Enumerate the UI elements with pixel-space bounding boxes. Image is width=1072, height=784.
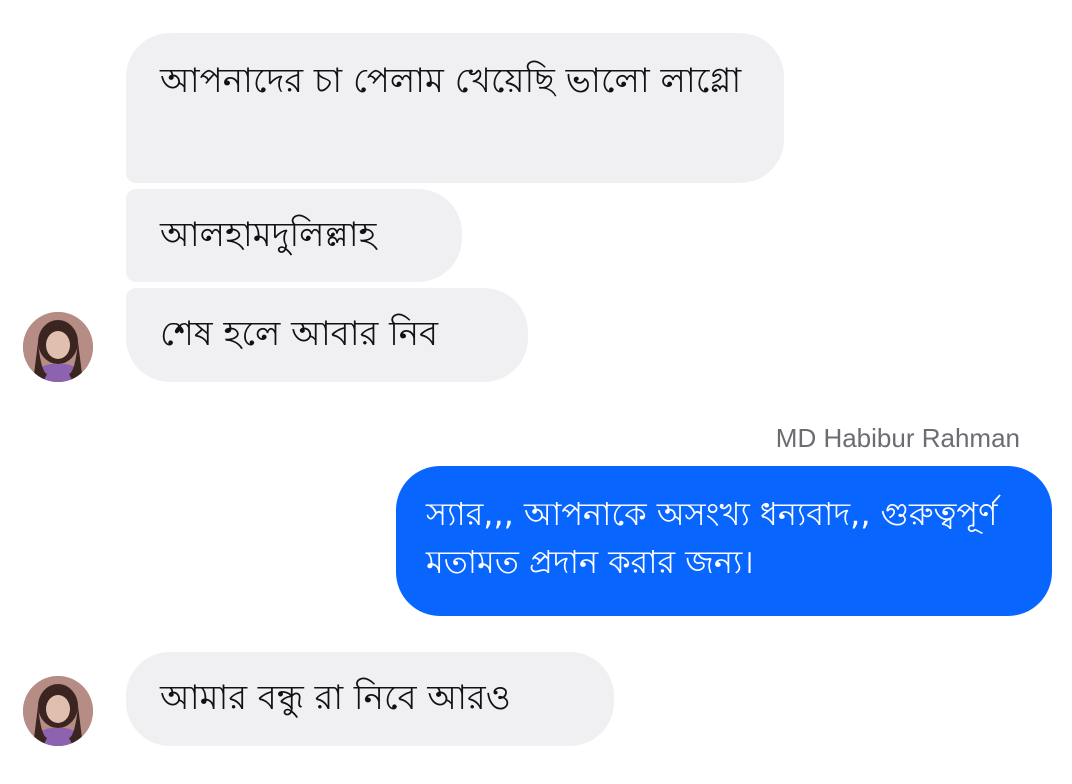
message-text: আমার বন্ধু রা নিবে আরও: [160, 678, 511, 718]
chat-thread: আপনাদের চা পেলাম খেয়েছি ভালো লাগ্লো আলহ…: [0, 0, 1072, 784]
contact-avatar[interactable]: [23, 312, 93, 382]
incoming-message-bubble[interactable]: আলহামদুলিল্লাহ: [126, 189, 462, 282]
message-text: আপনাদের চা পেলাম খেয়েছি ভালো লাগ্লো: [160, 61, 742, 101]
message-text: শেষ হলে আবার নিব: [160, 314, 439, 354]
outgoing-message-bubble[interactable]: স্যার,,, আপনাকে অসংখ্য ধন্যবাদ,, গুরুত্ব…: [396, 466, 1052, 616]
incoming-message-bubble[interactable]: শেষ হলে আবার নিব: [126, 288, 528, 382]
message-text: আলহামদুলিল্লাহ: [160, 215, 377, 255]
sender-name: MD Habibur Rahman: [775, 423, 1020, 453]
incoming-message-bubble[interactable]: আমার বন্ধু রা নিবে আরও: [126, 652, 614, 746]
message-text: স্যার,,, আপনাকে অসংখ্য ধন্যবাদ,, গুরুত্ব…: [426, 495, 998, 581]
avatar-photo-icon: [23, 676, 93, 746]
contact-avatar[interactable]: [23, 676, 93, 746]
avatar-photo-icon: [23, 312, 93, 382]
incoming-message-bubble[interactable]: আপনাদের চা পেলাম খেয়েছি ভালো লাগ্লো: [126, 33, 784, 183]
